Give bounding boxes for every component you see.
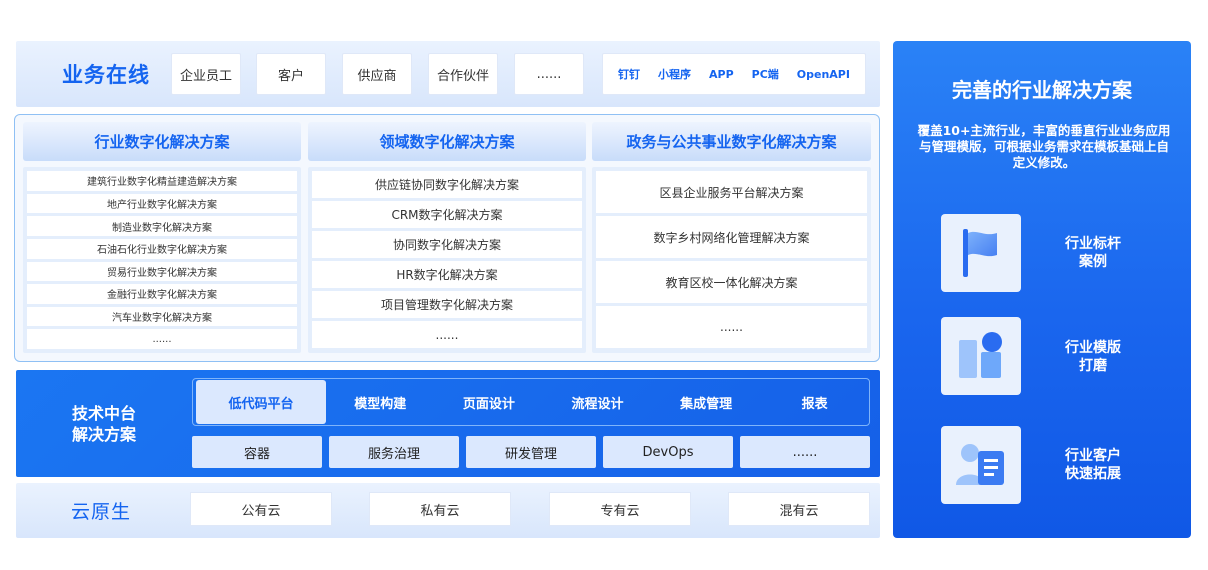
- tech-platform-title: 技术中台 解决方案: [44, 394, 164, 454]
- tab-page-design[interactable]: 页面设计: [435, 379, 544, 425]
- template-icon: [941, 317, 1021, 395]
- cloud-dedicated: 专有云: [549, 492, 691, 526]
- role-customer: 客户: [256, 53, 326, 95]
- tab-report[interactable]: 报表: [760, 379, 869, 425]
- role-employee: 企业员工: [171, 53, 241, 95]
- role-partner: 合作伙伴: [428, 53, 498, 95]
- list-item: ......: [312, 321, 582, 348]
- tech-item-service-governance: 服务治理: [329, 436, 459, 468]
- feature-label-customer: 行业客户 快速拓展: [1065, 448, 1121, 482]
- list-item: 制造业数字化解决方案: [27, 216, 297, 236]
- industry-solution-panel: 完善的行业解决方案 覆盖10+主流行业，丰富的垂直行业业务应用与管理模版，可根据…: [893, 41, 1191, 538]
- business-online-title: 业务在线: [62, 63, 150, 87]
- list-item: HR数字化解决方案: [312, 261, 582, 288]
- role-more: ......: [514, 53, 584, 95]
- cloud-public: 公有云: [190, 492, 332, 526]
- cloud-hybrid: 混有云: [728, 492, 870, 526]
- domain-solutions-header: 领域数字化解决方案: [308, 122, 586, 161]
- list-item: 汽车业数字化解决方案: [27, 306, 297, 327]
- business-online-row: 业务在线 企业员工 客户 供应商 合作伙伴 ...... 钉钉 小程序 APP …: [16, 41, 880, 107]
- tech-item-container: 容器: [192, 436, 322, 468]
- list-item: 地产行业数字化解决方案: [27, 193, 297, 214]
- cloud-private: 私有云: [369, 492, 511, 526]
- government-solutions-header: 政务与公共事业数字化解决方案: [592, 122, 871, 161]
- tech-item-devops: DevOps: [603, 436, 733, 468]
- tab-model-build[interactable]: 模型构建: [326, 379, 435, 425]
- list-item: 供应链协同数字化解决方案: [312, 171, 582, 198]
- channel-app: APP: [709, 67, 734, 81]
- feature-label-benchmark: 行业标杆 案例: [1065, 236, 1121, 270]
- tech-tab-bar: 低代码平台 模型构建 页面设计 流程设计 集成管理 报表: [192, 378, 870, 426]
- tech-title-line2: 解决方案: [71, 425, 136, 444]
- tab-lowcode-platform[interactable]: 低代码平台: [196, 380, 326, 424]
- tab-integration[interactable]: 集成管理: [652, 379, 761, 425]
- list-item: 项目管理数字化解决方案: [312, 291, 582, 318]
- industry-solutions-header: 行业数字化解决方案: [23, 122, 301, 161]
- domain-solutions-list: 供应链协同数字化解决方案 CRM数字化解决方案 协同数字化解决方案 HR数字化解…: [308, 167, 586, 353]
- channel-pc: PC端: [751, 68, 779, 81]
- government-solutions-list: 区县企业服务平台解决方案 数字乡村网络化管理解决方案 教育区校一体化解决方案 .…: [592, 167, 871, 353]
- list-item: ......: [596, 306, 867, 348]
- list-item: 协同数字化解决方案: [312, 231, 582, 258]
- cloud-native-row: 云原生 公有云 私有云 专有云 混有云: [16, 483, 880, 538]
- list-item: 建筑行业数字化精益建造解决方案: [27, 171, 297, 191]
- channel-group: 钉钉 小程序 APP PC端 OpenAPI: [602, 53, 866, 95]
- solutions-row: 行业数字化解决方案 领域数字化解决方案 政务与公共事业数字化解决方案 建筑行业数…: [14, 114, 880, 362]
- tech-item-dev-management: 研发管理: [466, 436, 596, 468]
- channel-openapi: OpenAPI: [796, 67, 850, 81]
- list-item: 石油石化行业数字化解决方案: [27, 238, 297, 259]
- list-item: 数字乡村网络化管理解决方案: [596, 216, 867, 258]
- role-supplier: 供应商: [342, 53, 412, 95]
- list-item: 贸易行业数字化解决方案: [27, 261, 297, 282]
- list-item: 区县企业服务平台解决方案: [596, 171, 867, 213]
- customer-icon: [941, 426, 1021, 504]
- tech-platform-row: 技术中台 解决方案 低代码平台 模型构建 页面设计 流程设计 集成管理 报表 容…: [16, 370, 880, 477]
- tab-flow-design[interactable]: 流程设计: [543, 379, 652, 425]
- flag-icon: [941, 214, 1021, 292]
- tech-title-line1: 技术中台: [71, 404, 136, 423]
- channel-dingtalk: 钉钉: [618, 68, 640, 81]
- channel-miniprogram: 小程序: [658, 68, 691, 81]
- industry-solutions-list: 建筑行业数字化精益建造解决方案 地产行业数字化解决方案 制造业数字化解决方案 石…: [23, 167, 301, 353]
- list-item: ......: [27, 329, 297, 349]
- panel-title: 完善的行业解决方案: [952, 77, 1132, 102]
- panel-description: 覆盖10+主流行业，丰富的垂直行业业务应用与管理模版，可根据业务需求在模板基础上…: [917, 123, 1171, 170]
- list-item: 金融行业数字化解决方案: [27, 284, 297, 304]
- list-item: 教育区校一体化解决方案: [596, 261, 867, 303]
- list-item: CRM数字化解决方案: [312, 201, 582, 228]
- feature-label-template: 行业模版 打磨: [1065, 340, 1121, 374]
- cloud-native-title: 云原生: [70, 500, 131, 523]
- tech-item-more: ......: [740, 436, 870, 468]
